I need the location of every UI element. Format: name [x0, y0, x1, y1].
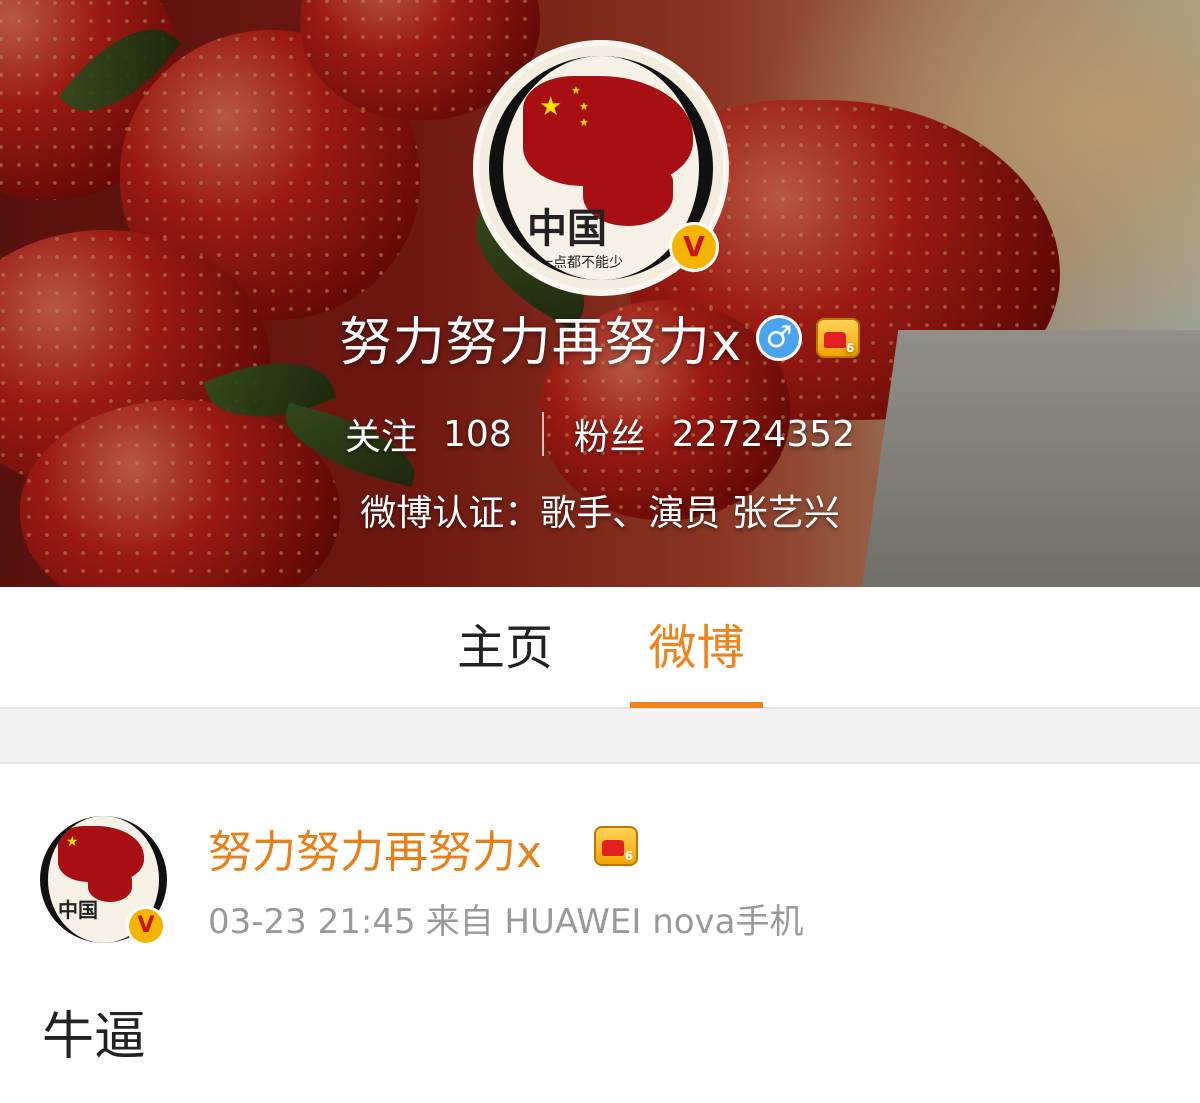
- weibo-post[interactable]: ★ 中国 V 努力努力再努力x 03-23 21:45来自 HUAWEI nov…: [0, 766, 1200, 1103]
- star-icon: ★: [579, 100, 589, 113]
- stats-divider: [541, 412, 544, 456]
- following-count: 108: [443, 413, 512, 455]
- star-icon: ★: [66, 834, 79, 850]
- profile-header-banner: ★ ★ ★ ★ 中国 一点都不能少 V 努力努力再努力x ♂ 关注 108 粉丝 227…: [0, 0, 1200, 587]
- post-source: 来自 HUAWEI nova手机: [425, 902, 804, 942]
- post-author-name[interactable]: 努力努力再努力x: [208, 816, 542, 880]
- avatar-subtext: 一点都不能少: [539, 255, 623, 271]
- star-icon: ★: [579, 116, 589, 129]
- following-stat[interactable]: 关注 108: [345, 412, 512, 459]
- profile-name: 努力努力再努力x: [339, 313, 743, 373]
- verified-badge-icon: V: [126, 906, 166, 946]
- section-divider: [0, 709, 1200, 764]
- followers-count: 22724352: [671, 413, 855, 455]
- tab-weibo[interactable]: 微博: [630, 587, 763, 709]
- star-icon: ★: [539, 92, 563, 122]
- crown-level-6-icon[interactable]: [816, 317, 861, 358]
- followers-stat[interactable]: 粉丝 22724352: [574, 412, 855, 459]
- avatar-text: 中国: [58, 898, 98, 922]
- crown-level-6-icon[interactable]: [594, 826, 638, 866]
- post-time: 03-23 21:45: [208, 902, 416, 942]
- tab-home[interactable]: 主页: [430, 587, 580, 709]
- followers-label: 粉丝: [573, 417, 646, 458]
- profile-name-row: 努力努力再努力x ♂: [0, 300, 1200, 375]
- verified-badge-icon: V: [669, 222, 719, 272]
- post-meta: 03-23 21:45 来自 HUAWEI nova手机: [208, 894, 814, 943]
- profile-stats: 关注 108 粉丝 22724352: [0, 408, 1200, 460]
- post-text: 牛逼: [42, 1007, 147, 1067]
- active-tab-indicator: [630, 702, 763, 708]
- avatar-text: 中国: [527, 205, 607, 252]
- following-label: 关注: [345, 417, 418, 458]
- male-icon: ♂: [756, 314, 803, 361]
- verification-text: 微博认证：歌手、演员 张艺兴: [360, 493, 840, 534]
- profile-tabs: 主页 微博: [0, 587, 1200, 709]
- star-icon: ★: [571, 84, 581, 97]
